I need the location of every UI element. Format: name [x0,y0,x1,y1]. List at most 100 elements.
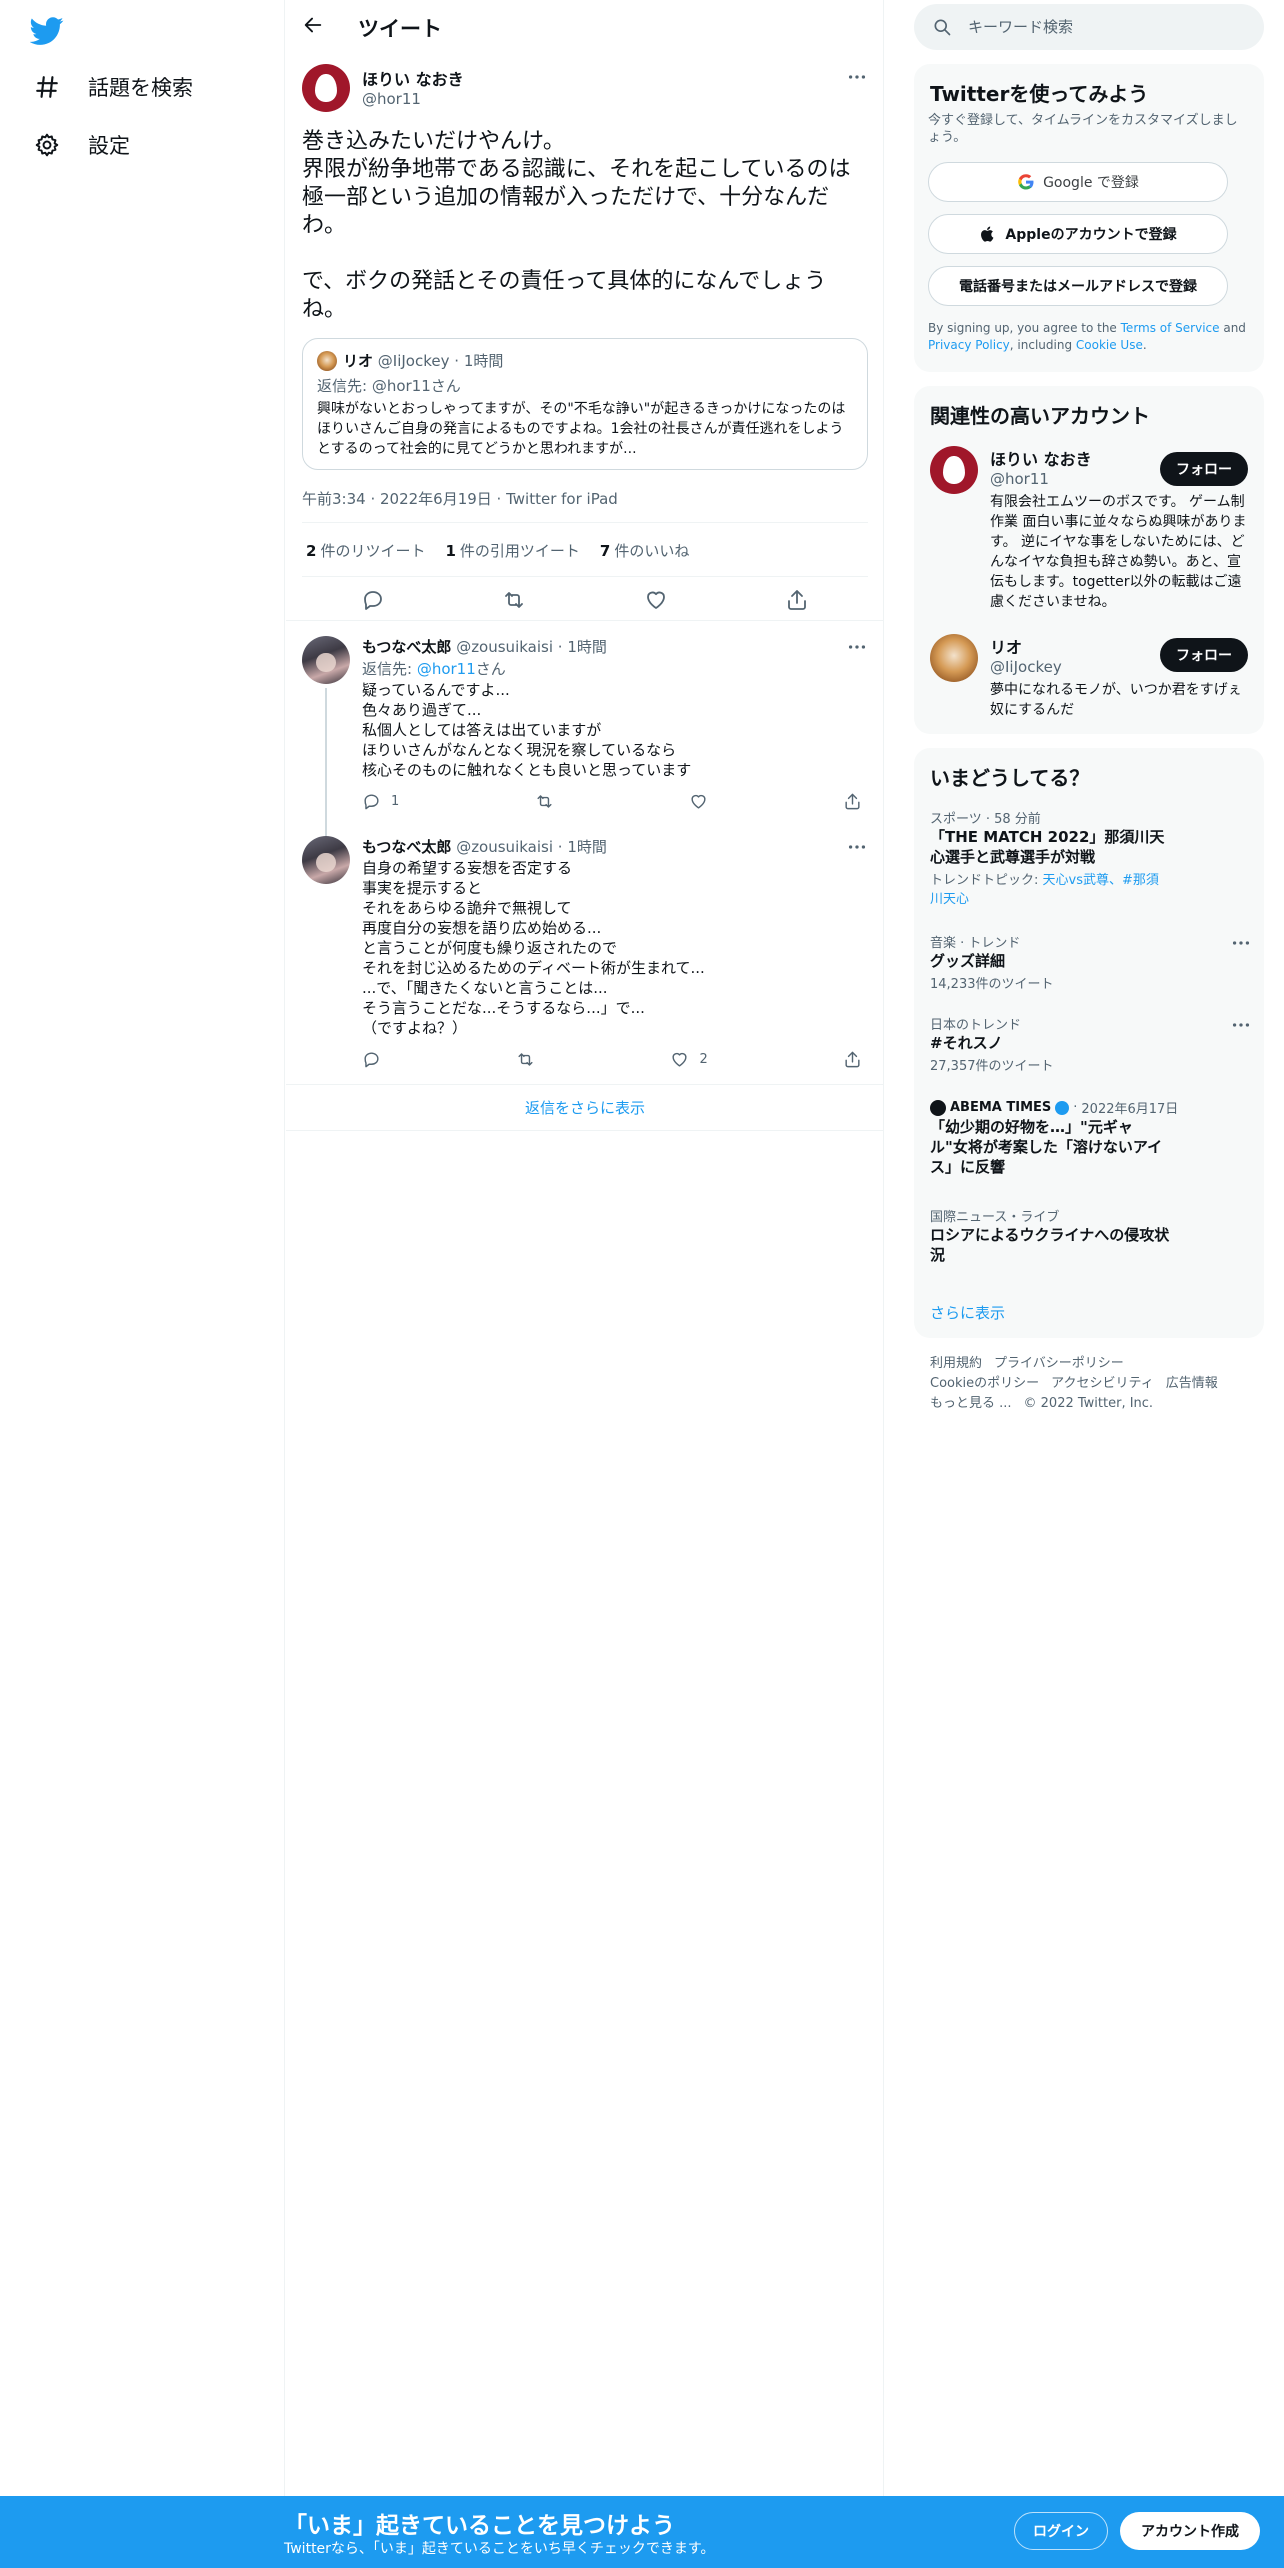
gear-icon [34,132,60,158]
retweet-count-link[interactable]: 2 件のリツイート [306,540,425,561]
avatar[interactable] [930,634,978,682]
like-button[interactable] [689,792,708,811]
footer-link[interactable]: Cookieのポリシー [930,1376,1039,1391]
google-icon [1017,173,1035,191]
reply-to-link[interactable]: @hor11 [417,660,476,678]
more-options-icon[interactable] [846,66,868,88]
hashtag-icon [34,74,60,100]
trend-title: グッズ詳細 [930,952,1006,970]
quote-avatar [317,351,337,371]
page-header: ツイート [286,0,884,54]
signup-panel-subtitle: 今すぐ登録して、タイムラインをカスタマイズしましょう。 [928,113,1238,145]
tweet-author[interactable]: ほりい なおき @hor11 [362,66,464,108]
trend-item[interactable]: 国際ニュース・ライブ ロシアによるウクライナへの侵攻状況 [930,1206,1250,1265]
avatar[interactable] [302,636,350,684]
account-handle: @IiJockey [990,658,1062,676]
like-count-link[interactable]: 7 件のいいね [600,540,689,561]
divider [302,522,868,523]
retweet-icon[interactable] [502,588,526,612]
quote-count-link[interactable]: 1 件の引用ツイート [445,540,579,561]
trend-source: ABEMA TIMES [950,1100,1052,1115]
signup-button[interactable]: アカウント作成 [1120,2512,1260,2550]
nav-item-explore[interactable]: 話題を検索 [34,67,193,107]
share-icon [843,792,862,811]
related-account-info[interactable]: ほりい なおき @hor11 [990,446,1092,488]
related-account-info[interactable]: リオ @IiJockey [990,634,1062,676]
apple-signup-label: Appleのアカウントで登録 [1005,227,1177,243]
share-icon [843,1050,862,1069]
cookie-link[interactable]: Cookie Use [1076,338,1143,352]
avatar[interactable] [930,446,978,494]
reply-count: 1 [391,794,400,809]
related-panel-title: 関連性の高いアカウント [930,404,1150,428]
nav-item-settings[interactable]: 設定 [34,125,130,165]
quote-name: リオ [343,352,374,370]
more-options-icon[interactable] [846,836,868,858]
quoted-tweet[interactable]: リオ @IiJockey · 1時間 返信先: @hor11さん 興味がないとお… [302,338,868,470]
footer-more-link[interactable]: もっと見る ... [930,1396,1012,1411]
reply-tweet[interactable]: もつなべ太郎 @zousuikaisi · 1時間 自身の希望する妄想を否定する… [286,832,884,1084]
more-options-icon[interactable] [1230,932,1252,954]
retweet-button[interactable] [535,792,554,811]
more-options-icon[interactable] [1230,1014,1252,1036]
google-signup-button[interactable]: Google で登録 [928,162,1228,202]
reply-actions: 1 [362,792,862,811]
nav-item-label: 設定 [88,134,130,158]
retweet-icon [516,1050,535,1069]
signup-panel-title: Twitterを使ってみよう [930,82,1149,106]
quote-reply-to: 返信先: @hor11さん [317,377,461,395]
reply-button[interactable] [362,1050,381,1069]
apple-signup-button[interactable]: Appleのアカウントで登録 [928,214,1228,254]
trend-title: 「THE MATCH 2022」那須川天心選手と武尊選手が対戦 [930,828,1165,866]
tweet-timestamp[interactable]: 午前3:34 · 2022年6月19日 · Twitter for iPad [302,488,618,509]
like-icon[interactable] [644,588,668,612]
share-icon[interactable] [785,588,809,612]
signup-legal-text: By signing up, you agree to the Terms of… [928,321,1246,352]
trend-topics: トレンドトピック: 天心vs武尊、#那須川天心 [930,873,1159,907]
reply-tweet[interactable]: もつなべ太郎 @zousuikaisi · 1時間 返信先: @hor11さん … [286,632,884,884]
more-options-icon[interactable] [846,636,868,658]
trend-item[interactable]: スポーツ · 58 分前 「THE MATCH 2022」那須川天心選手と武尊選… [930,808,1250,907]
phone-email-signup-button[interactable]: 電話番号またはメールアドレスで登録 [928,266,1228,306]
reply-icon[interactable] [361,588,385,612]
follow-button[interactable]: フォロー [1160,638,1248,672]
footer-link[interactable]: 利用規約 [930,1356,982,1371]
search-bar[interactable] [914,4,1264,50]
privacy-link[interactable]: Privacy Policy [928,338,1010,352]
copyright: © 2022 Twitter, Inc. [1023,1396,1154,1411]
trend-item[interactable]: ABEMA TIMES · 2022年6月17日 「幼少期の好物を…」"元ギャル… [930,1098,1250,1177]
trend-title: 「幼少期の好物を…」"元ギャル"女将が考案した「溶けないアイス」に反響 [930,1118,1163,1176]
signup-panel: Twitterを使ってみよう 今すぐ登録して、タイムラインをカスタマイズしましょ… [914,64,1264,372]
follow-button[interactable]: フォロー [1160,452,1248,486]
abema-logo-icon [930,1099,946,1116]
reply-header: もつなべ太郎 @zousuikaisi · 1時間 [362,838,607,856]
search-input[interactable] [968,18,1248,36]
terms-link[interactable]: Terms of Service [1121,321,1220,335]
divider [286,620,884,621]
share-button[interactable] [843,792,862,811]
show-more-replies-link[interactable]: 返信をさらに表示 [286,1085,884,1131]
like-button[interactable]: 2 [670,1050,708,1069]
trend-context: 音楽 · トレンド [930,936,1021,951]
login-button[interactable]: ログイン [1014,2512,1108,2550]
avatar[interactable] [302,836,350,884]
trend-item[interactable]: 日本のトレンド #それスノ 27,357件のツイート [930,1014,1250,1074]
bottom-signup-bar: 「いま」起きていることを見つけよう Twitterなら、「いま」起きていることを… [0,2496,1284,2568]
reply-button[interactable]: 1 [362,792,399,811]
share-button[interactable] [843,1050,862,1069]
like-icon [670,1050,689,1069]
footer-link[interactable]: 広告情報 [1166,1376,1218,1391]
twitter-bird-icon[interactable] [30,14,64,48]
reply-time: 1時間 [567,638,607,656]
google-signup-label: Google で登録 [1043,175,1139,191]
like-count: 2 [699,1052,708,1067]
retweet-button[interactable] [516,1050,535,1069]
avatar[interactable] [302,64,350,112]
footer-link[interactable]: プライバシーポリシー [994,1356,1124,1371]
footer-link[interactable]: アクセシビリティ [1051,1376,1154,1391]
trend-item[interactable]: 音楽 · トレンド グッズ詳細 14,233件のツイート [930,932,1250,992]
reply-icon [362,1050,381,1069]
back-arrow-icon[interactable] [302,14,328,40]
trends-show-more-link[interactable]: さらに表示 [930,1302,1005,1323]
tweet-actions [302,588,868,612]
